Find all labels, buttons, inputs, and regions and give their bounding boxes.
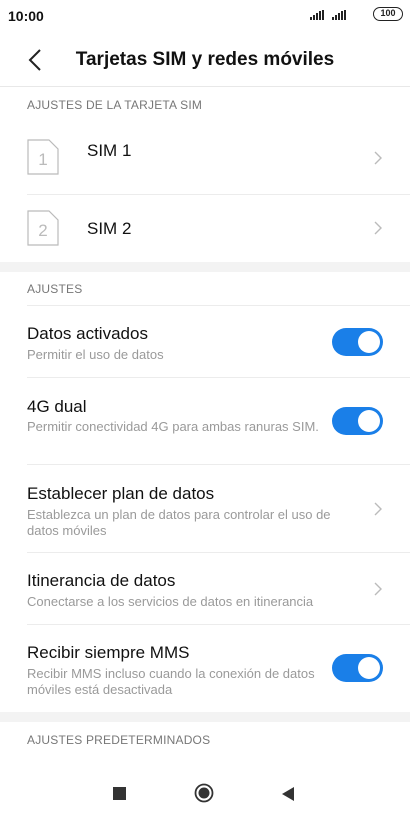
dual-4g-row[interactable]: 4G dual Permitir conectividad 4G para am… [0,378,410,464]
data-roaming-subtitle: Conectarse a los servicios de datos en i… [27,594,314,609]
chevron-right-icon [374,582,382,596]
signal-sim1-icon [310,10,324,20]
sim-2-label: SIM 2 [87,219,132,238]
signal-sim2-icon [332,10,346,20]
mobile-data-title: Datos activados [27,324,148,343]
back-triangle-icon[interactable] [281,786,295,802]
section-gap [0,712,410,722]
data-plan-row[interactable]: Establecer plan de datos Establezca un p… [0,465,410,552]
status-time: 10:00 [8,8,44,24]
always-mms-toggle[interactable] [332,654,383,682]
chevron-right-icon [374,502,382,516]
status-bar: 10:00 100 [0,0,410,32]
always-mms-subtitle: Recibir MMS incluso cuando la conexión d… [27,666,315,697]
section-header-sim: AJUSTES DE LA TARJETA SIM [27,98,203,112]
section-header-settings: AJUSTES [27,282,83,296]
battery-level: 100 [380,8,396,18]
mobile-data-toggle[interactable] [332,328,383,356]
dual-4g-toggle[interactable] [332,407,383,435]
sim-card-icon: 1 [27,139,59,175]
toggle-knob [358,410,380,432]
chevron-right-icon [374,151,382,165]
sim-1-label: SIM 1 [87,141,132,160]
toggle-knob [358,657,380,679]
mobile-data-row[interactable]: Datos activados Permitir el uso de datos [0,306,410,377]
sim-1-icon-number: 1 [38,150,47,169]
toggle-knob [358,331,380,353]
dual-4g-title: 4G dual [27,397,87,416]
page-title: Tarjetas SIM y redes móviles [75,49,335,70]
navigation-bar [0,762,410,820]
sim-card-icon: 2 [27,210,59,246]
data-roaming-row[interactable]: Itinerancia de datos Conectarse a los se… [0,553,410,624]
recents-square-icon[interactable] [113,787,126,800]
chevron-right-icon [374,221,382,235]
battery-icon: 100 [373,7,403,21]
data-plan-title: Establecer plan de datos [27,484,215,503]
mobile-data-subtitle: Permitir el uso de datos [27,347,164,362]
home-circle-icon[interactable] [194,783,214,803]
always-mms-row[interactable]: Recibir siempre MMS Recibir MMS incluso … [0,625,410,712]
data-roaming-title: Itinerancia de datos [27,571,176,590]
section-gap [0,262,410,272]
sim-2-icon-number: 2 [38,221,47,240]
header-divider [0,86,410,87]
sim-1-row[interactable]: 1 SIM 1 [0,118,410,194]
app-header: Tarjetas SIM y redes móviles [0,35,410,85]
data-plan-subtitle: Establezca un plan de datos para control… [27,507,331,538]
always-mms-title: Recibir siempre MMS [27,643,190,662]
sim-2-row[interactable]: 2 SIM 2 [0,195,410,271]
section-header-defaults: AJUSTES PREDETERMINADOS [27,733,211,747]
dual-4g-subtitle: Permitir conectividad 4G para ambas ranu… [27,419,319,434]
